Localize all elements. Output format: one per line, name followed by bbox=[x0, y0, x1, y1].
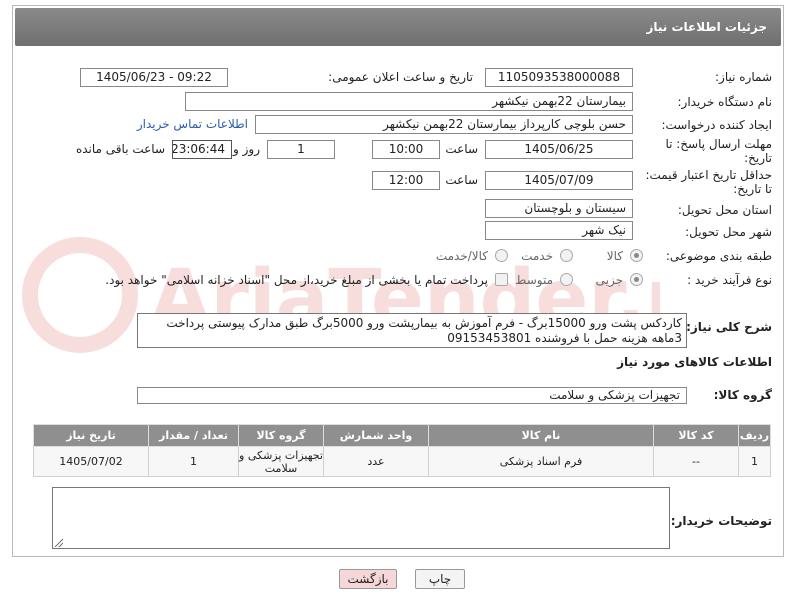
process-label: نوع فرآیند خرید : bbox=[687, 273, 772, 287]
col-header-need-date: تاریخ نیاز bbox=[33, 424, 149, 447]
province-field[interactable]: سیستان و بلوچستان bbox=[485, 199, 633, 218]
cell-group: تجهیزات پزشکی و سلامت bbox=[238, 446, 324, 477]
deadline-time-label: ساعت bbox=[445, 142, 478, 156]
creator-label: ایجاد کننده درخواست: bbox=[661, 118, 772, 132]
deadline-time-field[interactable]: 10:00 bbox=[372, 140, 440, 159]
col-header-row-number: ردیف bbox=[738, 424, 771, 447]
category-goods-service-label: کالا/خدمت bbox=[435, 249, 488, 263]
remaining-time-field: 23:06:44 bbox=[172, 140, 232, 159]
validity-time-field[interactable]: 12:00 bbox=[372, 171, 440, 190]
category-label: طبقه بندی موضوعی: bbox=[665, 249, 772, 263]
general-desc-label: شرح کلی نیاز: bbox=[686, 320, 772, 334]
process-radio-medium[interactable] bbox=[560, 273, 573, 286]
page-title: جزئیات اطلاعات نیاز bbox=[646, 20, 767, 34]
cell-name: فرم اسناد پزشکی bbox=[428, 446, 654, 477]
buyer-org-field[interactable]: بیمارستان 22بهمن نیکشهر bbox=[185, 92, 633, 111]
cell-row-number: 1 bbox=[738, 446, 771, 477]
need-number-label: شماره نیاز: bbox=[715, 70, 772, 84]
col-header-unit: واحد شمارش bbox=[323, 424, 429, 447]
col-header-code: کد کالا bbox=[653, 424, 739, 447]
process-minor-label: جزیی bbox=[595, 273, 623, 287]
treasury-payment-checkbox[interactable] bbox=[495, 273, 508, 286]
city-field[interactable]: نیک شهر bbox=[485, 221, 633, 240]
process-medium-label: متوسط bbox=[515, 273, 553, 287]
city-label: شهر محل تحویل: bbox=[685, 225, 772, 239]
deadline-label: مهلت ارسال پاسخ: تا bbox=[665, 137, 772, 151]
contact-info-link[interactable]: اطلاعات تماس خریدار bbox=[137, 117, 248, 131]
table-header-row: ردیف کد کالا نام کالا واحد شمارش گروه کا… bbox=[33, 424, 771, 447]
table-row[interactable]: 1 -- فرم اسناد پزشکی عدد تجهیزات پزشکی و… bbox=[33, 446, 771, 477]
category-goods-label: کالا bbox=[606, 249, 623, 263]
items-table: ردیف کد کالا نام کالا واحد شمارش گروه کا… bbox=[33, 424, 771, 477]
treasury-payment-note: پرداخت تمام یا بخشی از مبلغ خرید،از محل … bbox=[105, 273, 488, 287]
cell-unit: عدد bbox=[323, 446, 429, 477]
cell-code: -- bbox=[653, 446, 739, 477]
resize-grip-icon[interactable] bbox=[55, 539, 63, 547]
announce-field[interactable]: 1405/06/23 - 09:22 bbox=[80, 68, 228, 87]
buyer-notes-label: توضیحات خریدار: bbox=[670, 514, 772, 528]
category-radio-service[interactable] bbox=[560, 249, 573, 262]
buyer-org-label: نام دستگاه خریدار: bbox=[677, 95, 773, 109]
goods-group-field[interactable]: تجهیزات پزشکی و سلامت bbox=[137, 387, 687, 404]
cell-need-date: 1405/07/02 bbox=[33, 446, 149, 477]
days-label: روز و bbox=[233, 142, 260, 156]
validity-label: حداقل تاریخ اعتبار قیمت: bbox=[645, 168, 772, 182]
validity-date-field[interactable]: 1405/07/09 bbox=[485, 171, 633, 190]
print-button[interactable]: چاپ bbox=[415, 569, 465, 589]
goods-info-title: اطلاعات کالاهای مورد نیاز bbox=[617, 355, 772, 369]
panel-header: جزئیات اطلاعات نیاز bbox=[15, 8, 781, 46]
remaining-label: ساعت باقی مانده bbox=[75, 142, 165, 156]
col-header-group: گروه کالا bbox=[238, 424, 324, 447]
general-desc-field[interactable]: کاردکس پشت ورو 15000برگ - فرم آموزش به ب… bbox=[137, 313, 687, 348]
province-label: استان محل تحویل: bbox=[677, 203, 772, 217]
goods-group-label: گروه کالا: bbox=[713, 388, 772, 402]
deadline-label-2: تاریخ: bbox=[744, 151, 772, 165]
col-header-quantity: تعداد / مقدار bbox=[148, 424, 239, 447]
creator-field[interactable]: حسن بلوچی کارپرداز بیمارستان 22بهمن نیکش… bbox=[255, 115, 633, 134]
days-field[interactable]: 1 bbox=[267, 140, 335, 159]
buyer-notes-field[interactable] bbox=[52, 487, 670, 549]
category-service-label: خدمت bbox=[521, 249, 553, 263]
back-button[interactable]: بازگشت bbox=[339, 569, 397, 589]
validity-time-label: ساعت bbox=[445, 173, 478, 187]
announce-label: تاریخ و ساعت اعلان عمومی: bbox=[328, 70, 473, 84]
validity-label-2: تا تاریخ: bbox=[733, 182, 772, 196]
col-header-name: نام کالا bbox=[428, 424, 654, 447]
category-radio-goods-service[interactable] bbox=[495, 249, 508, 262]
cell-quantity: 1 bbox=[148, 446, 239, 477]
need-number-field[interactable]: 1105093538000088 bbox=[485, 68, 633, 87]
category-radio-goods[interactable] bbox=[630, 249, 643, 262]
process-radio-minor[interactable] bbox=[630, 273, 643, 286]
deadline-date-field[interactable]: 1405/06/25 bbox=[485, 140, 633, 159]
